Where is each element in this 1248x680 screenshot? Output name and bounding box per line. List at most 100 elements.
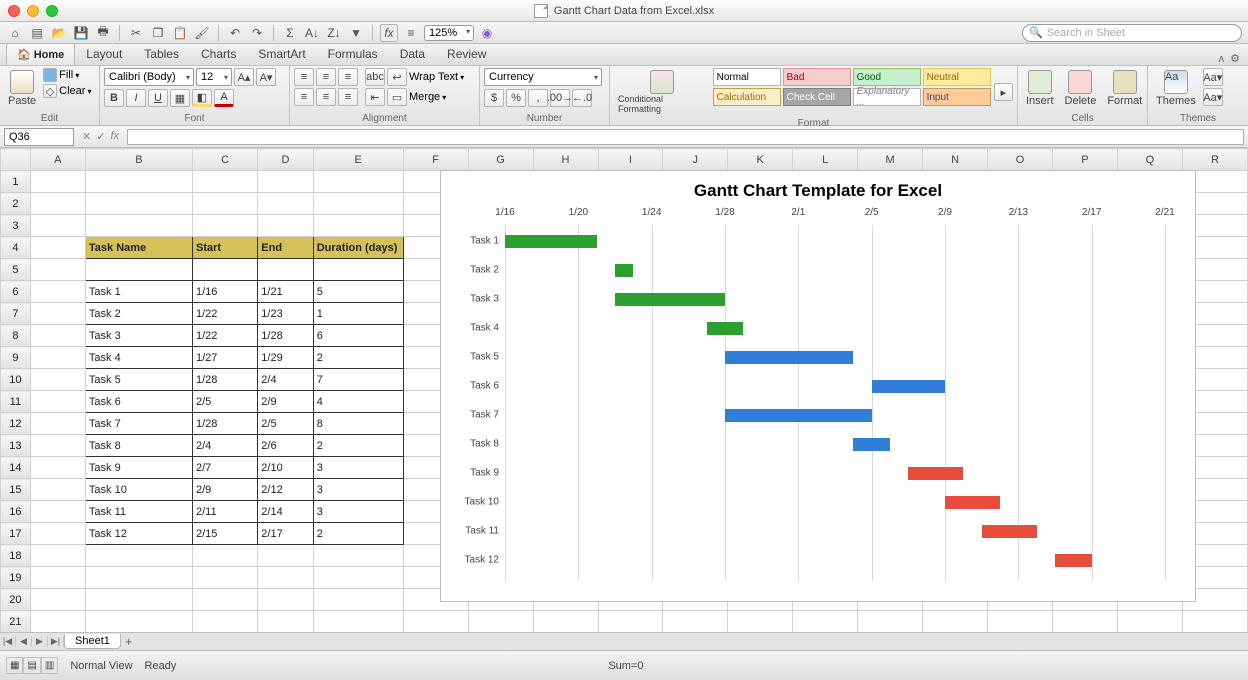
font-color-button[interactable]: A (214, 89, 234, 107)
tab-home[interactable]: 🏠Home (6, 43, 75, 65)
row-header-14[interactable]: 14 (1, 457, 31, 479)
gantt-bar[interactable] (615, 293, 725, 306)
row-header-9[interactable]: 9 (1, 347, 31, 369)
cell[interactable] (728, 611, 793, 633)
row-header-3[interactable]: 3 (1, 215, 31, 237)
cell[interactable]: 2/11 (193, 501, 258, 523)
zoom-select[interactable]: 125% (424, 25, 474, 41)
cell[interactable] (258, 545, 313, 567)
cell[interactable]: 2 (313, 435, 403, 457)
number-format-select[interactable]: Currency (484, 68, 602, 86)
sort-za-icon[interactable]: Z↓ (325, 24, 343, 42)
new-icon[interactable]: ▤ (28, 24, 46, 42)
indent-icon[interactable]: ⇤ (365, 88, 385, 106)
gantt-bar[interactable] (872, 380, 945, 393)
col-header-J[interactable]: J (663, 149, 728, 171)
cell[interactable]: 2/15 (193, 523, 258, 545)
align-top-center-icon[interactable]: ≡ (316, 68, 336, 86)
align-top-right-icon[interactable]: ≡ (338, 68, 358, 86)
cell[interactable]: 6 (313, 325, 403, 347)
merge-button[interactable]: ▭ (387, 88, 407, 106)
cell[interactable]: 1/21 (258, 281, 313, 303)
autosum-icon[interactable]: Σ (281, 24, 299, 42)
cell[interactable] (193, 259, 258, 281)
increase-font-icon[interactable]: A▴ (234, 68, 254, 86)
col-header-F[interactable]: F (403, 149, 468, 171)
cell[interactable]: End (258, 237, 313, 259)
cell[interactable]: 2/9 (193, 479, 258, 501)
select-all-corner[interactable] (1, 149, 31, 171)
show-formula-icon[interactable]: ≡ (402, 24, 420, 42)
help-icon[interactable]: ◉ (478, 24, 496, 42)
themes-button[interactable]: AaThemes (1152, 68, 1200, 109)
clear-button[interactable]: ◇ (43, 84, 57, 98)
cell[interactable] (858, 611, 923, 633)
name-box[interactable]: Q36 (4, 128, 74, 146)
cell[interactable] (988, 611, 1053, 633)
tab-charts[interactable]: Charts (190, 42, 247, 65)
cell[interactable] (85, 589, 192, 611)
tab-data[interactable]: Data (389, 42, 436, 65)
cell[interactable] (30, 523, 85, 545)
theme-fonts-icon[interactable]: Aa▾ (1203, 88, 1223, 106)
col-header-G[interactable]: G (468, 149, 533, 171)
fill-color-button[interactable]: ◧ (192, 89, 212, 107)
cell[interactable]: 2/5 (258, 413, 313, 435)
cell[interactable] (1052, 611, 1117, 633)
wrap-text-button[interactable]: ↩ (387, 68, 407, 86)
cell[interactable] (193, 589, 258, 611)
cell[interactable]: 1/22 (193, 303, 258, 325)
cell[interactable]: Task 8 (85, 435, 192, 457)
cell[interactable] (193, 567, 258, 589)
cell[interactable]: 1/16 (193, 281, 258, 303)
font-size-select[interactable]: 12 (196, 68, 232, 86)
cell[interactable] (30, 435, 85, 457)
col-header-M[interactable]: M (858, 149, 923, 171)
cell[interactable] (193, 611, 258, 633)
align-top-left-icon[interactable]: ≡ (294, 68, 314, 86)
cancel-formula-icon[interactable]: ✕ (82, 130, 91, 143)
fx-icon[interactable]: fx (380, 24, 398, 42)
cell[interactable]: 2/5 (193, 391, 258, 413)
cell[interactable]: Task 7 (85, 413, 192, 435)
gantt-bar[interactable] (982, 525, 1037, 538)
row-header-20[interactable]: 20 (1, 589, 31, 611)
fill-button[interactable] (43, 68, 57, 82)
cell[interactable] (313, 193, 403, 215)
cell[interactable]: Task Name (85, 237, 192, 259)
percent-icon[interactable]: % (506, 89, 526, 107)
formula-input[interactable] (127, 129, 1244, 145)
cell-style-calculation[interactable]: Calculation (713, 88, 781, 106)
cell[interactable] (258, 567, 313, 589)
cell[interactable]: Task 12 (85, 523, 192, 545)
cell[interactable]: Task 11 (85, 501, 192, 523)
cell-style-input[interactable]: Input (923, 88, 991, 106)
cell[interactable] (30, 545, 85, 567)
cell[interactable]: Task 3 (85, 325, 192, 347)
cell[interactable] (1182, 611, 1247, 633)
row-header-7[interactable]: 7 (1, 303, 31, 325)
cell[interactable] (30, 303, 85, 325)
col-header-B[interactable]: B (85, 149, 192, 171)
tab-smartart[interactable]: SmartArt (247, 42, 316, 65)
row-header-8[interactable]: 8 (1, 325, 31, 347)
row-header-15[interactable]: 15 (1, 479, 31, 501)
cell[interactable]: 2/10 (258, 457, 313, 479)
cell[interactable]: Task 2 (85, 303, 192, 325)
cell[interactable] (30, 611, 85, 633)
cell[interactable]: 1/22 (193, 325, 258, 347)
cell[interactable]: 2/17 (258, 523, 313, 545)
cell[interactable] (313, 611, 403, 633)
cell[interactable] (30, 325, 85, 347)
col-header-P[interactable]: P (1052, 149, 1117, 171)
search-input[interactable]: 🔍 Search in Sheet (1022, 24, 1242, 42)
row-header-5[interactable]: 5 (1, 259, 31, 281)
tab-formulas[interactable]: Formulas (317, 42, 389, 65)
cell-style-check-cell[interactable]: Check Cell (783, 88, 851, 106)
cell[interactable] (313, 567, 403, 589)
insert-cells-button[interactable]: Insert (1022, 68, 1058, 109)
row-header-4[interactable]: 4 (1, 237, 31, 259)
cell[interactable] (923, 611, 988, 633)
cell[interactable] (30, 237, 85, 259)
border-button[interactable]: ▦ (170, 89, 190, 107)
